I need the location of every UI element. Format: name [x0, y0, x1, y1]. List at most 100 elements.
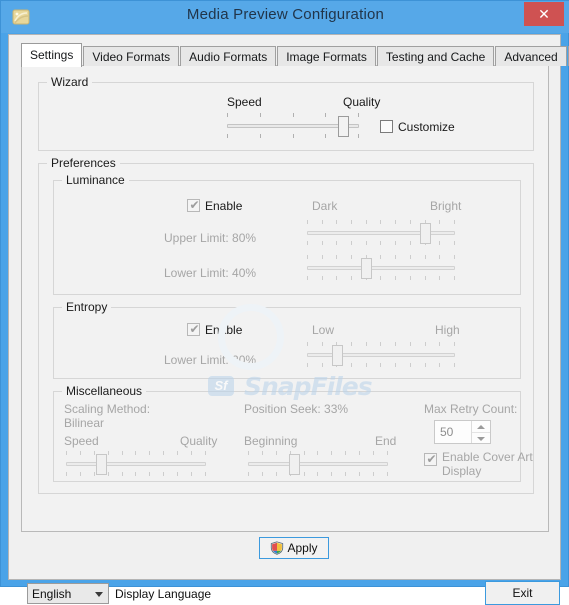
- chevron-down-icon: [477, 436, 485, 441]
- dialog-client-area: Settings Video Formats Audio Formats Ima…: [8, 34, 569, 605]
- customize-label: Customize: [398, 120, 455, 134]
- apply-button[interactable]: Apply: [259, 537, 329, 559]
- entropy-low-label: Low: [312, 323, 335, 337]
- close-button[interactable]: ✕: [524, 2, 564, 26]
- uac-shield-icon: [271, 541, 284, 555]
- slider-ticks-bottom: [307, 276, 455, 280]
- tab-advanced[interactable]: Advanced: [495, 46, 567, 66]
- wizard-speed-label: Speed: [227, 95, 262, 109]
- tab-label: Audio Formats: [189, 50, 268, 64]
- tab-label: Testing and Cache: [385, 50, 486, 64]
- entropy-enable-label: Enable: [205, 323, 243, 337]
- luminance-upper-limit-label: Upper Limit: 80%: [164, 231, 257, 245]
- close-icon: ✕: [538, 6, 550, 22]
- scaling-method-value: Bilinear: [64, 416, 105, 430]
- position-beginning-label: Beginning: [244, 434, 298, 448]
- tab-label: Video Formats: [92, 50, 171, 64]
- scaling-method-label: Scaling Method:: [64, 402, 151, 416]
- slider-ticks-top: [248, 451, 388, 455]
- entropy-high-label: High: [435, 323, 460, 337]
- miscellaneous-legend: Miscellaneous: [62, 384, 147, 398]
- scaling-speed-label: Speed: [64, 434, 99, 448]
- luminance-group: Luminance ✔ Enable Dark Bright Upper Lim…: [53, 173, 521, 295]
- display-language-value: English: [32, 587, 72, 601]
- luminance-enable-checkbox[interactable]: ✔: [187, 199, 200, 212]
- customize-checkbox[interactable]: [380, 120, 393, 133]
- cover-art-checkbox[interactable]: ✔: [424, 453, 437, 466]
- exit-button-label: Exit: [512, 586, 533, 600]
- slider-thumb[interactable]: [289, 454, 301, 475]
- chevron-down-icon: [95, 592, 103, 597]
- luminance-bright-label: Bright: [430, 199, 462, 213]
- display-language-label: Display Language: [115, 587, 212, 601]
- stepper-buttons: [471, 421, 490, 443]
- tab-video-formats[interactable]: Video Formats: [83, 46, 180, 66]
- slider-thumb[interactable]: [338, 116, 350, 137]
- position-seek-label: Position Seek: 33%: [244, 402, 349, 416]
- cover-art-label-line2: Display: [442, 464, 482, 478]
- entropy-legend: Entropy: [62, 300, 112, 314]
- luminance-enable-label: Enable: [205, 199, 243, 213]
- cover-art-label-line1: Enable Cover Art: [442, 450, 533, 464]
- entropy-enable-checkbox[interactable]: ✔: [187, 323, 200, 336]
- slider-thumb[interactable]: [96, 454, 107, 475]
- wizard-quality-label: Quality: [343, 95, 381, 109]
- check-icon: ✔: [189, 322, 200, 336]
- slider-thumb[interactable]: [331, 345, 343, 366]
- settings-tab-page: Sf SnapFiles Wizard Speed Quality Custom…: [21, 65, 549, 532]
- wizard-legend: Wizard: [47, 75, 93, 89]
- title-bar: Media Preview Configuration ✕: [1, 1, 569, 33]
- slider-ticks-top: [307, 342, 455, 346]
- luminance-legend: Luminance: [62, 173, 129, 187]
- stepper-down-button[interactable]: [472, 433, 490, 444]
- wizard-group: Wizard Speed Quality Customize: [38, 75, 534, 151]
- position-seek-slider[interactable]: [248, 448, 388, 480]
- tab-label: Settings: [30, 48, 74, 62]
- chevron-up-icon: [477, 424, 485, 429]
- display-language-select[interactable]: English: [27, 583, 109, 604]
- tab-settings[interactable]: Settings: [21, 43, 83, 67]
- tab-label: Advanced: [504, 50, 558, 64]
- position-end-label: End: [375, 434, 397, 448]
- window-title: Media Preview Configuration: [186, 6, 385, 23]
- slider-ticks-bottom: [66, 472, 206, 476]
- slider-ticks-top: [307, 220, 455, 224]
- tab-audio-formats[interactable]: Audio Formats: [180, 46, 277, 66]
- stepper-up-button[interactable]: [472, 421, 490, 433]
- preferences-legend: Preferences: [47, 156, 120, 170]
- scaling-method-slider[interactable]: [66, 448, 206, 480]
- entropy-lower-slider[interactable]: [307, 339, 455, 371]
- slider-thumb[interactable]: [361, 258, 373, 279]
- miscellaneous-group: Miscellaneous Scaling Method: Bilinear S…: [53, 384, 533, 482]
- exit-button[interactable]: Exit: [485, 581, 560, 605]
- tab-label: Image Formats: [286, 50, 367, 64]
- slider-ticks-bottom: [307, 241, 455, 245]
- check-icon: ✔: [426, 452, 437, 466]
- slider-thumb[interactable]: [420, 223, 432, 244]
- apply-button-label: Apply: [287, 541, 318, 555]
- max-retry-count-label: Max Retry Count:: [424, 402, 518, 416]
- slider-ticks-top: [307, 255, 455, 259]
- tab-image-formats[interactable]: Image Formats: [277, 46, 376, 66]
- tab-testing-and-cache[interactable]: Testing and Cache: [376, 46, 495, 66]
- entropy-lower-limit-label: Lower Limit: 20%: [164, 353, 257, 367]
- slider-track: [307, 231, 455, 235]
- max-retry-count-value: 50: [440, 425, 454, 439]
- scaling-quality-label: Quality: [180, 434, 218, 448]
- dialog-window: Media Preview Configuration ✕ Settings V…: [0, 0, 569, 605]
- preferences-group: Preferences Luminance ✔ Enable Dark Brig…: [38, 156, 534, 494]
- luminance-upper-slider[interactable]: [307, 217, 455, 249]
- luminance-dark-label: Dark: [312, 199, 338, 213]
- luminance-lower-limit-label: Lower Limit: 40%: [164, 266, 257, 280]
- luminance-lower-slider[interactable]: [307, 252, 455, 284]
- entropy-group: Entropy ✔ Enable Low High Lower Limit: 2…: [53, 300, 521, 379]
- slider-ticks-top: [66, 451, 206, 455]
- slider-ticks-bottom: [307, 363, 455, 367]
- check-icon: ✔: [189, 198, 200, 212]
- slider-track: [66, 462, 206, 466]
- slider-track: [307, 266, 455, 270]
- slider-track: [248, 462, 388, 466]
- max-retry-count-stepper[interactable]: 50: [434, 420, 491, 444]
- slider-track: [307, 353, 455, 357]
- wizard-slider[interactable]: [227, 110, 359, 142]
